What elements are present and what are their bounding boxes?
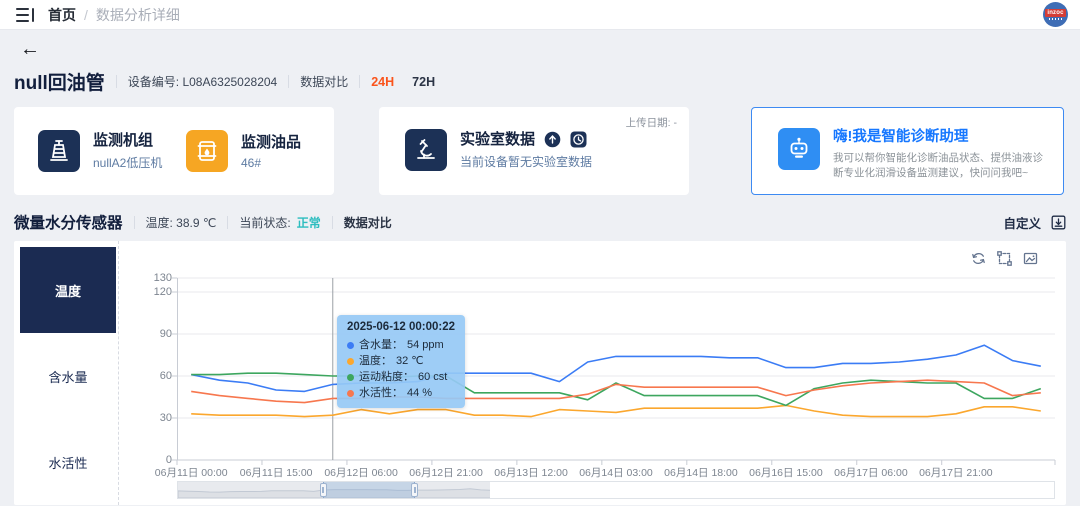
robot-icon <box>778 128 820 170</box>
divider <box>134 216 135 229</box>
tab-water-content[interactable]: 含水量 <box>20 333 116 419</box>
history-icon[interactable] <box>570 131 587 148</box>
tooltip-timestamp: 2025-06-12 00:00:22 <box>347 321 455 333</box>
range-72h-button[interactable]: 72H <box>412 75 435 89</box>
machine-value: nullA2低压机 <box>93 154 162 171</box>
compare-label: 数据对比 <box>300 73 348 90</box>
sensor-status-label: 当前状态: <box>239 214 290 231</box>
machine-title: 监测机组 <box>93 131 162 150</box>
datazoom-slider[interactable] <box>177 481 1055 499</box>
chart-tooltip: 2025-06-12 00:00:22 含水量：54 ppm 温度：32 ℃ 运… <box>337 315 465 408</box>
divider <box>332 216 333 229</box>
monitoring-card: 监测机组 nullA2低压机 监测油品 46# <box>14 107 334 195</box>
datazoom-handle-left[interactable] <box>320 483 327 497</box>
divider <box>116 75 117 88</box>
lab-data-card: 上传日期: - 实验室数据 <box>379 107 689 195</box>
oil-group: 监测油品 46# <box>186 130 334 172</box>
status-badge: 正常 <box>297 214 321 231</box>
datazoom-handle-right[interactable] <box>411 483 418 497</box>
y-tick-label: 30 <box>136 412 172 424</box>
device-title-row: null回油管 设备编号: L08A6325028204 数据对比 24H 72… <box>14 68 1066 95</box>
tooltip-row: 温度：32 ℃ <box>347 353 455 369</box>
series-dot <box>347 390 354 397</box>
microscope-icon <box>405 129 447 171</box>
customize-button[interactable]: 自定义 <box>1003 213 1041 232</box>
x-tick-label: 06月17日 21:00 <box>901 465 1011 480</box>
series-dot <box>347 342 354 349</box>
menu-collapse-icon[interactable] <box>16 8 34 22</box>
chart-tabs: 温度 含水量 水活性 <box>20 247 116 505</box>
avatar-logo-text: inzoc <box>1045 9 1065 17</box>
ai-text: 嗨!我是智能诊断助理 我可以帮你智能化诊断油品状态、提供油液诊断专业化润滑设备监… <box>833 128 1051 181</box>
series-line-1 <box>191 405 1041 416</box>
oil-value: 46# <box>241 156 301 170</box>
upload-icon[interactable] <box>544 131 561 148</box>
back-button[interactable]: ← <box>20 40 40 58</box>
y-tick-label: 120 <box>136 286 172 298</box>
sensor-temperature: 温度: 38.9 ℃ <box>146 214 217 231</box>
breadcrumb-current: 数据分析详细 <box>96 5 180 25</box>
upload-date: 上传日期: - <box>626 115 677 130</box>
y-tick-label: 130 <box>136 272 172 284</box>
tab-temperature[interactable]: 温度 <box>20 247 116 333</box>
chart-card: 温度 含水量 水活性 0306090120130 06月11日 00:0006月 <box>14 241 1066 505</box>
lab-empty-text: 当前设备暂无实验室数据 <box>460 153 592 170</box>
back-row: ← <box>0 30 1080 60</box>
navbar: 首页 / 数据分析详细 inzoc <box>0 0 1080 30</box>
avatar-logo-subline <box>1049 18 1063 20</box>
range-24h-button[interactable]: 24H <box>371 75 394 89</box>
oil-text: 监测油品 46# <box>241 133 301 170</box>
restore-icon[interactable] <box>971 251 986 266</box>
summary-cards: 监测机组 nullA2低压机 监测油品 46# 上传 <box>14 107 1066 195</box>
divider <box>359 75 360 88</box>
chart-plot-area[interactable] <box>177 278 1055 460</box>
ai-description: 我可以帮你智能化诊断油品状态、提供油液诊断专业化润滑设备监测建议，快问问我吧~ <box>833 151 1051 181</box>
sensor-title: 微量水分传感器 <box>14 211 123 233</box>
y-tick-label: 90 <box>136 328 172 340</box>
series-dot <box>347 374 354 381</box>
page: 首页 / 数据分析详细 inzoc ← null回油管 设备编号: L08A63… <box>0 0 1080 506</box>
oil-title: 监测油品 <box>241 133 301 152</box>
tooltip-row: 水活性：44 % <box>347 385 455 401</box>
lab-text: 实验室数据 当前设备暂无实验室数据 <box>460 130 592 170</box>
sensor-header: 微量水分传感器 温度: 38.9 ℃ 当前状态: 正常 数据对比 自定义 <box>14 211 1066 233</box>
tooltip-row: 含水量：54 ppm <box>347 337 455 353</box>
tab-water-activity[interactable]: 水活性 <box>20 419 116 505</box>
machine-text: 监测机组 nullA2低压机 <box>93 131 162 171</box>
series-dot <box>347 358 354 365</box>
data-zoom-icon[interactable] <box>997 251 1012 266</box>
export-icon[interactable] <box>1051 215 1066 230</box>
ai-assistant-card[interactable]: 嗨!我是智能诊断助理 我可以帮你智能化诊断油品状态、提供油液诊断专业化润滑设备监… <box>751 107 1064 195</box>
machine-icon <box>38 130 80 172</box>
tooltip-row: 运动粘度：60 cst <box>347 369 455 385</box>
save-image-icon[interactable] <box>1023 251 1038 266</box>
oil-barrel-icon <box>186 130 228 172</box>
divider <box>288 75 289 88</box>
tab-divider <box>118 241 119 505</box>
chart-toolbox <box>971 251 1038 266</box>
divider <box>227 216 228 229</box>
sensor-compare-label: 数据对比 <box>344 214 392 231</box>
page-title: null回油管 <box>14 68 105 95</box>
datazoom-selection[interactable] <box>323 482 416 498</box>
breadcrumb-home[interactable]: 首页 <box>48 5 76 25</box>
breadcrumb-separator: / <box>84 7 88 23</box>
machine-group: 监测机组 nullA2低压机 <box>38 130 186 172</box>
ai-title: 嗨!我是智能诊断助理 <box>833 128 1051 146</box>
device-code: 设备编号: L08A6325028204 <box>128 73 277 90</box>
avatar[interactable]: inzoc <box>1043 2 1068 27</box>
y-tick-label: 60 <box>136 370 172 382</box>
lab-title: 实验室数据 <box>460 130 535 149</box>
